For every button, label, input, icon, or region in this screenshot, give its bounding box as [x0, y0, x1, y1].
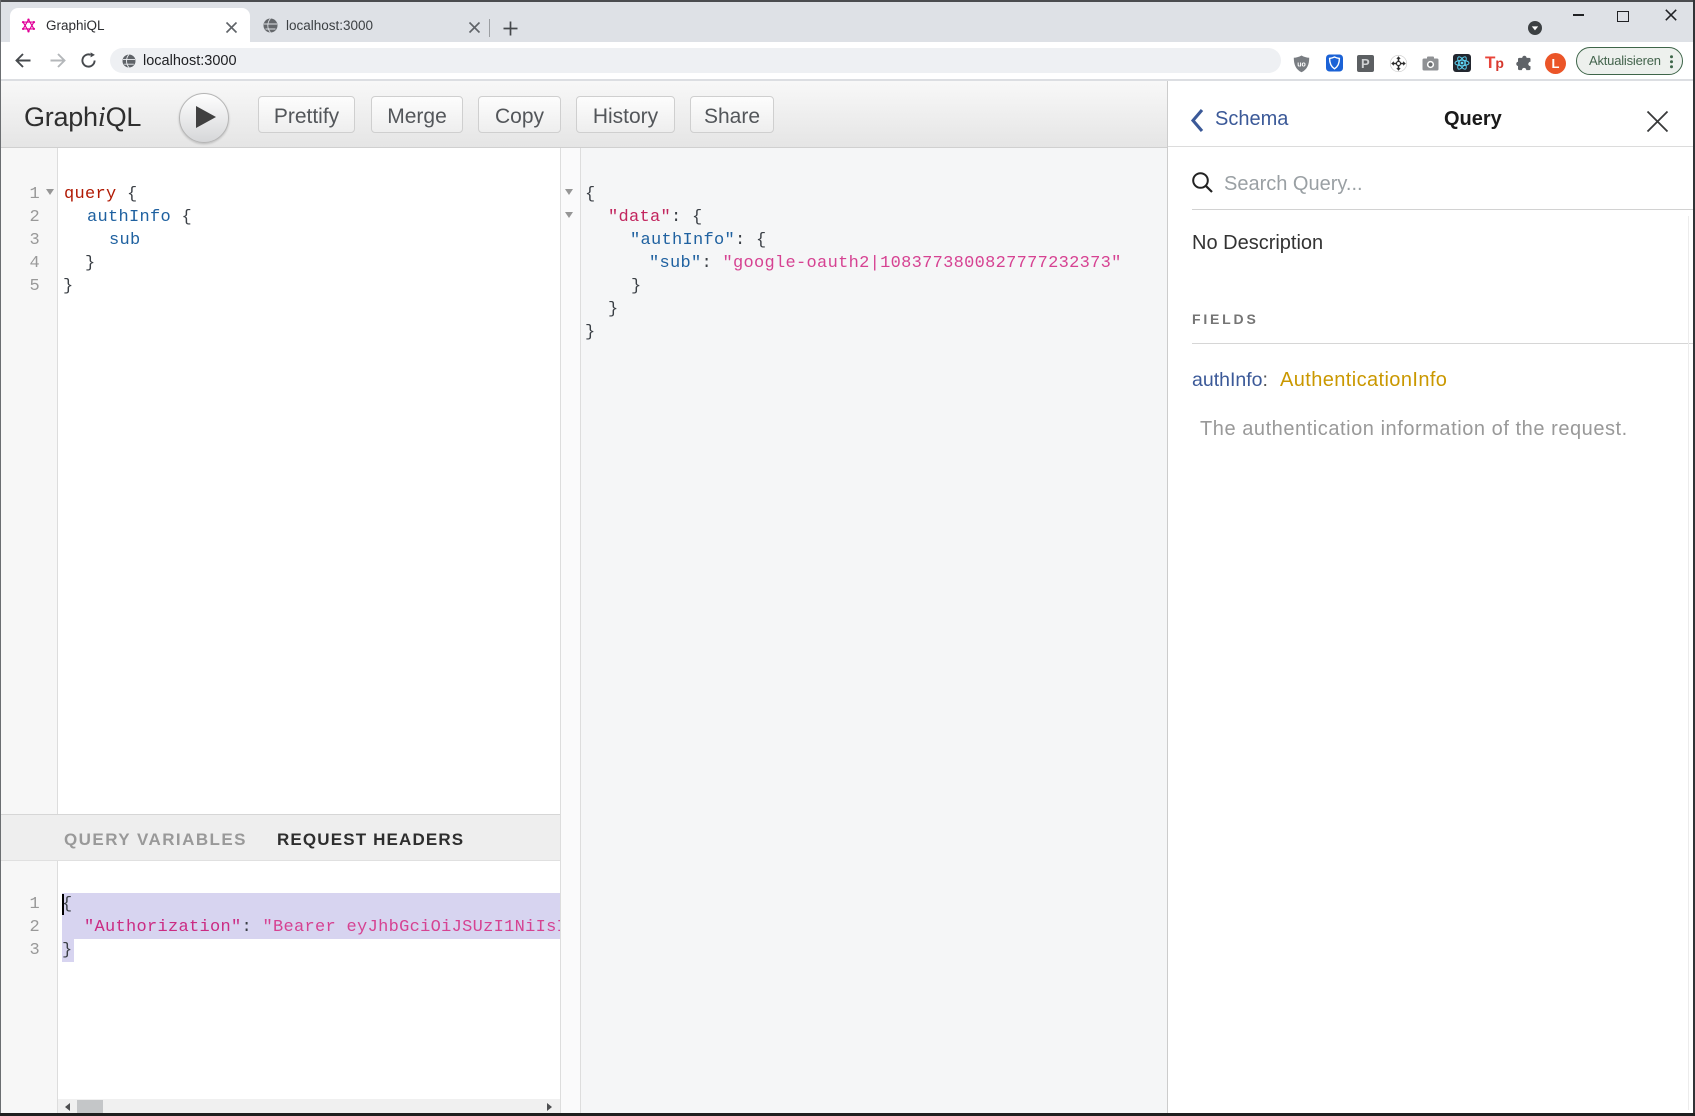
svg-text:uo: uo	[1297, 62, 1306, 69]
